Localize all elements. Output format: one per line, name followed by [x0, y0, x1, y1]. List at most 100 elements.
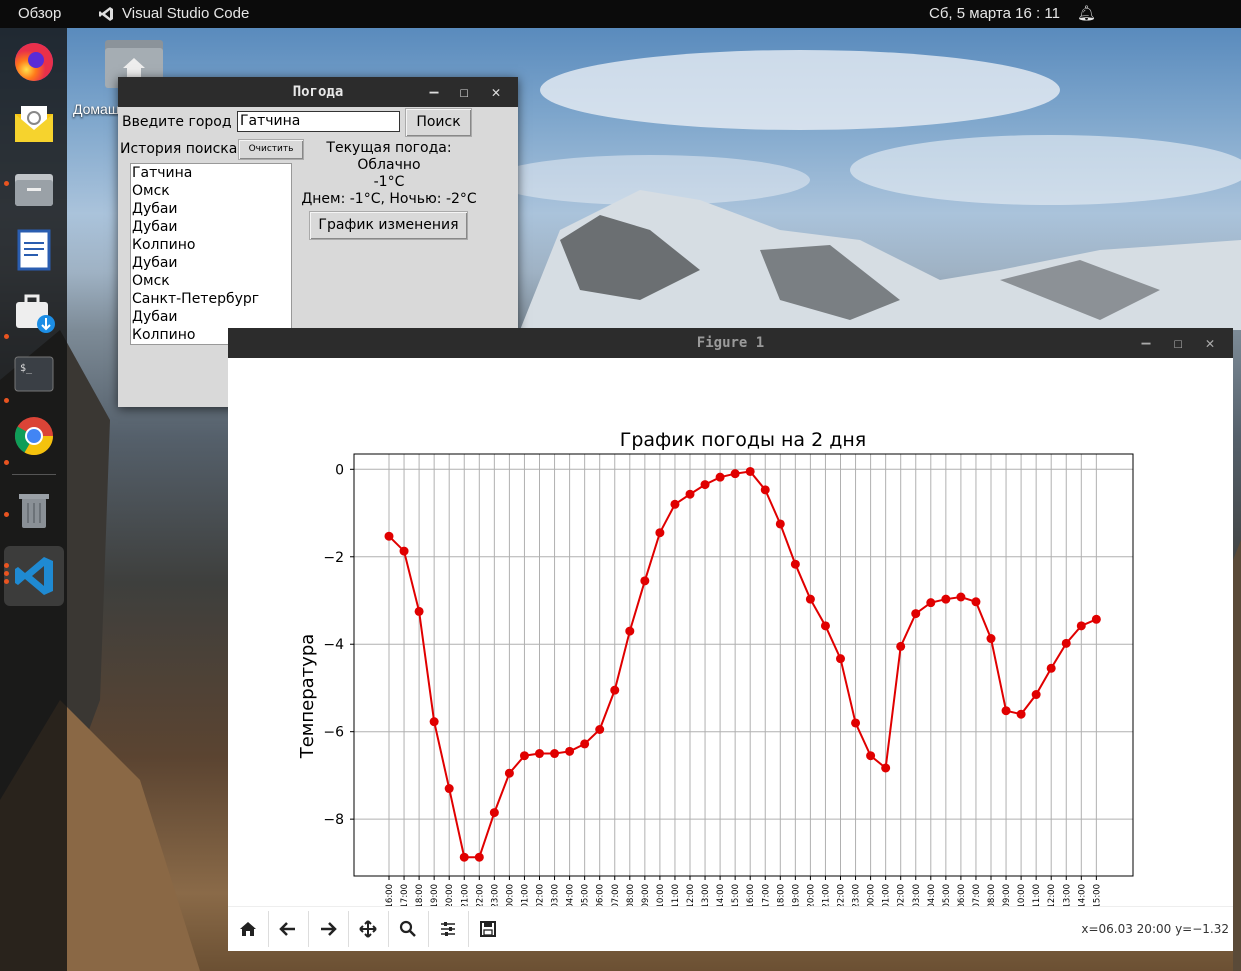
x-tick-label: 06.03 19:00: [791, 884, 801, 906]
x-tick-label: 07.03 10:00: [1017, 884, 1027, 906]
weather-title-bar[interactable]: Погода – ☐ ✕: [118, 77, 518, 107]
x-tick-label: 06.03 07:00: [611, 884, 621, 906]
cursor-coordinates: x=06.03 20:00 y=−1.32: [1081, 922, 1229, 936]
x-tick-label: 06.03 14:00: [716, 884, 726, 906]
data-point: [775, 519, 785, 529]
minimize-icon[interactable]: –: [424, 82, 444, 102]
x-tick-label: 06.03 13:00: [701, 884, 711, 906]
x-tick-label: 06.03 05:00: [581, 884, 591, 906]
close-icon[interactable]: ✕: [1200, 333, 1220, 353]
x-tick-label: 07.03 06:00: [957, 884, 967, 906]
figure-toolbar: x=06.03 20:00 y=−1.32: [228, 906, 1233, 951]
data-point: [1091, 614, 1101, 624]
x-tick-label: 05.03 17:00: [400, 884, 410, 906]
list-item[interactable]: Омск: [131, 272, 291, 290]
data-point: [655, 528, 665, 538]
writer-icon[interactable]: [8, 224, 60, 276]
x-tick-label: 06.03 23:00: [852, 884, 862, 906]
vscode-icon[interactable]: [4, 546, 64, 606]
data-point: [956, 592, 966, 602]
day-night-temperature: Днем: -1°C, Ночью: -2°C: [301, 191, 477, 207]
data-point: [986, 634, 996, 644]
firefox-icon[interactable]: [8, 36, 60, 88]
list-item[interactable]: Гатчина: [131, 164, 291, 182]
chrome-icon[interactable]: [8, 410, 60, 462]
data-point: [565, 746, 575, 756]
data-point: [519, 751, 529, 761]
list-item[interactable]: Дубаи: [131, 308, 291, 326]
list-item[interactable]: Омск: [131, 182, 291, 200]
data-point: [1031, 690, 1041, 700]
weather-chart[interactable]: График погоды на 2 дня Температура 0 −2 −4…: [228, 358, 1233, 906]
history-label: История поиска:: [120, 141, 243, 157]
x-tick-label: 06.03 17:00: [761, 884, 771, 906]
history-list[interactable]: Гатчина Омск Дубаи Дубаи Колпино Дубаи О…: [130, 163, 292, 345]
pan-icon[interactable]: [352, 913, 384, 945]
x-tick-label: 06.03 12:00: [686, 884, 696, 906]
home-folder-label: Домаш: [73, 101, 120, 117]
x-tick-label: 07.03 14:00: [1077, 884, 1087, 906]
y-tick-label: −6: [323, 725, 344, 741]
save-icon[interactable]: [472, 913, 504, 945]
mail-icon[interactable]: [8, 98, 60, 150]
close-icon[interactable]: ✕: [486, 82, 506, 102]
data-point: [881, 763, 891, 773]
svg-text:$_: $_: [20, 363, 33, 374]
notification-bell-icon[interactable]: 🔔︎: [1077, 4, 1096, 22]
files-icon[interactable]: [8, 162, 60, 214]
y-tick-label: −8: [323, 812, 344, 828]
x-tick-label: 07.03 07:00: [972, 884, 982, 906]
activities-button[interactable]: Обзор: [18, 5, 61, 22]
city-input[interactable]: Гатчина: [237, 111, 400, 132]
x-tick-label: 05.03 20:00: [445, 884, 455, 906]
data-point: [866, 751, 876, 761]
home-icon[interactable]: [232, 913, 264, 945]
configure-subplots-icon[interactable]: [432, 913, 464, 945]
clock[interactable]: Сб, 5 марта 16 : 11: [929, 5, 1060, 22]
x-tick-label: 07.03 02:00: [897, 884, 907, 906]
x-tick-label: 06.03 09:00: [641, 884, 651, 906]
data-point: [489, 808, 499, 818]
list-item[interactable]: Дубаи: [131, 254, 291, 272]
data-point: [1061, 638, 1071, 648]
list-item[interactable]: Санкт-Петербург: [131, 290, 291, 308]
chart-button[interactable]: График изменения: [309, 211, 468, 240]
vscode-small-icon: [99, 6, 113, 21]
minimize-icon[interactable]: –: [1136, 333, 1156, 353]
x-tick-label: 05.03 22:00: [475, 884, 485, 906]
data-point: [851, 718, 861, 728]
x-tick-label: 06.03 00:00: [505, 884, 515, 906]
maximize-icon[interactable]: ☐: [1168, 333, 1188, 353]
back-arrow-icon[interactable]: [272, 913, 304, 945]
forward-arrow-icon[interactable]: [312, 913, 344, 945]
data-point: [640, 576, 650, 586]
maximize-icon[interactable]: ☐: [454, 82, 474, 102]
city-label: Введите город: [122, 114, 232, 130]
figure-window: Figure 1 – ☐ ✕ График погоды на 2 дня Те…: [228, 328, 1233, 951]
trash-icon[interactable]: [8, 484, 60, 536]
search-button[interactable]: Поиск: [405, 108, 472, 137]
data-point: [1076, 621, 1086, 631]
current-temperature: -1°C: [373, 174, 405, 190]
x-tick-label: 06.03 21:00: [821, 884, 831, 906]
x-tick-label: 05.03 16:00: [385, 884, 395, 906]
figure-title-bar[interactable]: Figure 1 – ☐ ✕: [228, 328, 1233, 358]
terminal-icon[interactable]: $_: [8, 348, 60, 400]
temperature-line: [388, 470, 1097, 859]
list-item[interactable]: Колпино: [131, 236, 291, 254]
x-tick-label: 06.03 15:00: [731, 884, 741, 906]
x-tick-label: 07.03 05:00: [942, 884, 952, 906]
app-menu[interactable]: Visual Studio Code: [98, 5, 249, 22]
x-tick-label: 05.03 23:00: [490, 884, 500, 906]
software-icon[interactable]: [8, 286, 60, 338]
x-tick-label: 06.03 16:00: [746, 884, 756, 906]
list-item[interactable]: Дубаи: [131, 200, 291, 218]
zoom-icon[interactable]: [392, 913, 424, 945]
clear-button[interactable]: Очистить: [238, 139, 304, 160]
data-point: [1001, 706, 1011, 716]
data-point: [926, 598, 936, 608]
x-tick-label: 06.03 18:00: [776, 884, 786, 906]
list-item[interactable]: Дубаи: [131, 218, 291, 236]
x-tick-label: 06.03 06:00: [596, 884, 606, 906]
x-tick-label: 05.03 19:00: [430, 884, 440, 906]
